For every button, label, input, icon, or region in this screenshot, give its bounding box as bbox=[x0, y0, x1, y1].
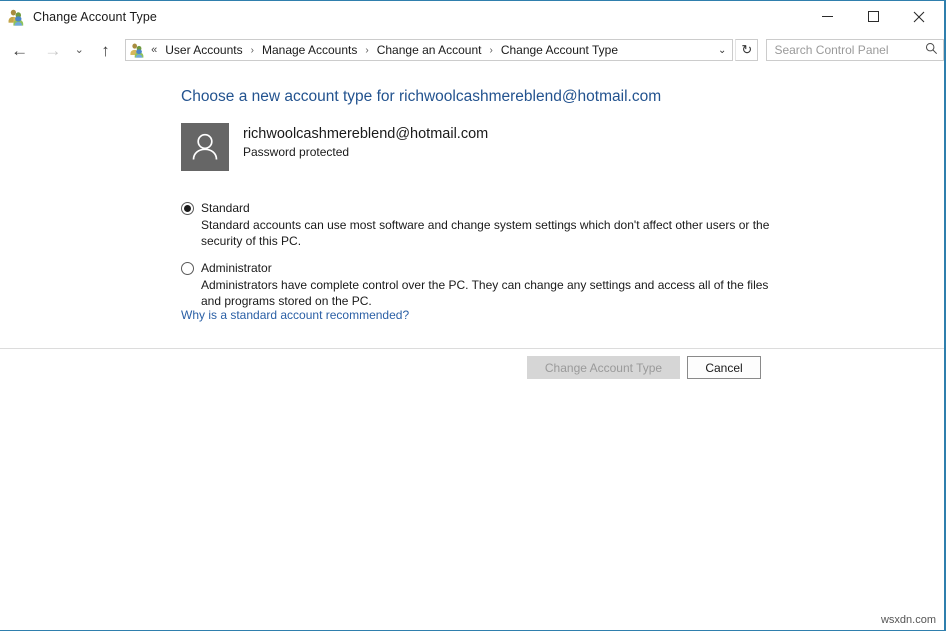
minimize-button[interactable] bbox=[804, 1, 850, 32]
address-dropdown-button[interactable]: ⌄ bbox=[712, 40, 732, 60]
refresh-icon: ↻ bbox=[741, 42, 752, 58]
person-icon bbox=[181, 123, 229, 171]
recent-locations-button[interactable]: ⌄ bbox=[70, 38, 87, 62]
account-name: richwoolcashmereblend@hotmail.com bbox=[243, 126, 488, 142]
radio-standard[interactable] bbox=[181, 202, 194, 215]
watermark: wsxdn.com bbox=[881, 614, 936, 626]
breadcrumb-change-account-type[interactable]: Change Account Type bbox=[499, 41, 620, 59]
forward-button[interactable]: → bbox=[41, 38, 64, 62]
maximize-icon bbox=[868, 11, 879, 22]
chevron-down-icon: ⌄ bbox=[718, 45, 726, 56]
user-accounts-icon bbox=[7, 8, 25, 26]
search-input[interactable]: Search Control Panel bbox=[774, 43, 925, 57]
option-standard-label: Standard bbox=[201, 201, 250, 215]
breadcrumb-separator-icon[interactable]: › bbox=[365, 45, 368, 56]
footer-bar: Change Account Type Cancel bbox=[0, 349, 944, 392]
why-standard-account-link[interactable]: Why is a standard account recommended? bbox=[181, 308, 409, 322]
option-standard-head[interactable]: Standard bbox=[181, 201, 781, 215]
address-bar[interactable]: « User Accounts › Manage Accounts › Chan… bbox=[125, 39, 733, 61]
avatar bbox=[181, 123, 229, 171]
breadcrumb-user-accounts[interactable]: User Accounts bbox=[163, 41, 244, 59]
account-status: Password protected bbox=[243, 145, 488, 159]
breadcrumb-manage-accounts[interactable]: Manage Accounts bbox=[260, 41, 359, 59]
option-administrator-description: Administrators have complete control ove… bbox=[201, 277, 781, 309]
breadcrumb-overflow-icon[interactable]: « bbox=[151, 44, 157, 56]
cancel-button[interactable]: Cancel bbox=[687, 356, 761, 379]
title-bar: Change Account Type bbox=[0, 1, 944, 33]
change-account-type-button[interactable]: Change Account Type bbox=[527, 356, 680, 379]
back-button[interactable]: ← bbox=[8, 38, 31, 62]
page-title: Choose a new account type for richwoolca… bbox=[181, 88, 661, 106]
option-standard[interactable]: Standard Standard accounts can use most … bbox=[181, 201, 781, 249]
minimize-icon bbox=[822, 16, 833, 17]
change-account-type-window: Change Account Type ← → ⌄ bbox=[0, 0, 946, 631]
chevron-down-icon: ⌄ bbox=[75, 45, 84, 56]
close-button[interactable] bbox=[896, 1, 942, 32]
forward-arrow-icon: → bbox=[44, 42, 61, 59]
breadcrumb-user-accounts-icon bbox=[129, 42, 145, 58]
option-administrator[interactable]: Administrator Administrators have comple… bbox=[181, 261, 781, 309]
main-content: Choose a new account type for richwoolca… bbox=[0, 67, 944, 348]
navigation-bar: ← → ⌄ ↑ « User Accounts bbox=[0, 33, 944, 67]
option-administrator-head[interactable]: Administrator bbox=[181, 261, 781, 275]
breadcrumb-separator-icon[interactable]: › bbox=[489, 45, 492, 56]
account-type-options: Standard Standard accounts can use most … bbox=[181, 201, 781, 309]
radio-administrator[interactable] bbox=[181, 262, 194, 275]
account-texts: richwoolcashmereblend@hotmail.com Passwo… bbox=[243, 123, 488, 159]
option-administrator-label: Administrator bbox=[201, 261, 272, 275]
up-button[interactable]: ↑ bbox=[94, 38, 117, 62]
search-icon bbox=[925, 42, 938, 58]
account-summary: richwoolcashmereblend@hotmail.com Passwo… bbox=[181, 123, 488, 171]
up-arrow-icon: ↑ bbox=[101, 42, 110, 59]
back-arrow-icon: ← bbox=[11, 42, 28, 59]
option-standard-description: Standard accounts can use most software … bbox=[201, 217, 781, 249]
window-title: Change Account Type bbox=[33, 10, 157, 24]
close-icon bbox=[913, 11, 925, 23]
breadcrumb-change-an-account[interactable]: Change an Account bbox=[375, 41, 484, 59]
window-controls bbox=[804, 1, 942, 33]
search-box[interactable]: Search Control Panel bbox=[766, 39, 944, 61]
breadcrumb-separator-icon[interactable]: › bbox=[251, 45, 254, 56]
refresh-button[interactable]: ↻ bbox=[735, 39, 758, 61]
maximize-button[interactable] bbox=[850, 1, 896, 32]
